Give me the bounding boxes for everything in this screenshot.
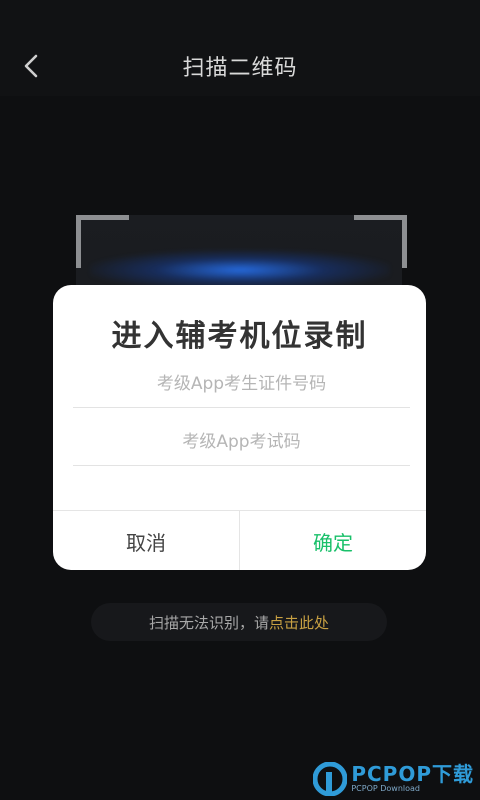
pcpop-logo-icon <box>313 762 348 796</box>
recording-dialog: 进入辅考机位录制 取消 确定 <box>53 285 426 570</box>
cancel-button[interactable]: 取消 <box>53 511 240 570</box>
dialog-title: 进入辅考机位录制 <box>111 319 368 354</box>
scan-corner-top-right <box>354 215 407 268</box>
confirm-button[interactable]: 确定 <box>240 511 426 570</box>
candidate-id-input[interactable] <box>73 361 410 408</box>
scan-hint: 扫描无法识别，请 点击此处 <box>91 603 387 641</box>
scan-corner-top-left <box>76 215 129 268</box>
back-button[interactable] <box>14 46 48 86</box>
chevron-left-icon <box>24 54 38 78</box>
watermark: PCPOP下载 PCPOP Download <box>313 762 474 796</box>
scan-line <box>90 250 390 290</box>
app-header: 扫描二维码 <box>0 0 480 96</box>
watermark-name: PCPOP下载 <box>351 762 474 786</box>
manual-entry-link[interactable]: 点击此处 <box>269 612 329 633</box>
dialog-actions: 取消 确定 <box>53 510 426 570</box>
exam-code-input[interactable] <box>73 419 410 466</box>
page-title: 扫描二维码 <box>182 56 298 81</box>
hint-text: 扫描无法识别，请 <box>148 613 269 632</box>
